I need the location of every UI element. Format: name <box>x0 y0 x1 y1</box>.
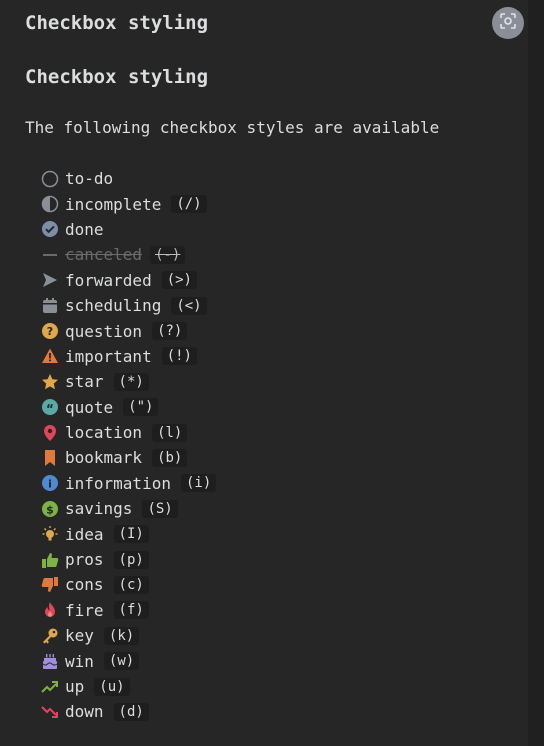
list-item-pros: pros (p) <box>41 547 216 572</box>
item-code: (l) <box>152 423 188 442</box>
list-item-important: important (!) <box>41 344 216 369</box>
note-title: Checkbox styling <box>25 12 209 34</box>
item-label: to-do <box>65 169 114 189</box>
item-label: fire <box>65 600 104 620</box>
item-code: (!) <box>161 347 197 366</box>
item-label: quote <box>65 397 114 417</box>
list-item-todo: to-do <box>41 166 216 191</box>
item-label: done <box>65 219 104 239</box>
item-code: (?) <box>152 322 188 341</box>
list-item-done: done <box>41 217 216 242</box>
list-item-star: star (*) <box>41 369 216 394</box>
list-item-information: i information (i) <box>41 471 217 496</box>
list-item-win: win (w) <box>41 648 216 673</box>
thumbs-up-icon[interactable] <box>41 551 59 569</box>
item-code: (b) <box>152 448 188 467</box>
item-code: (f) <box>113 601 149 620</box>
item-label: scheduling <box>65 296 162 316</box>
item-label: pros <box>65 550 104 570</box>
half-circle-icon[interactable] <box>41 195 59 213</box>
item-label: information <box>65 473 171 493</box>
check-circle-icon[interactable] <box>41 220 59 238</box>
checkbox-style-list: to-do incomplete (/) done canceled (-) f… <box>41 166 217 725</box>
scan-icon <box>499 12 517 34</box>
list-item-savings: $ savings (S) <box>41 496 216 521</box>
question-circle-icon[interactable]: ? <box>41 322 59 340</box>
item-code: (p) <box>113 550 149 569</box>
item-code: (d) <box>113 702 149 721</box>
list-item-incomplete: incomplete (/) <box>41 191 216 216</box>
trend-up-icon[interactable] <box>41 678 59 696</box>
item-label: bookmark <box>65 448 143 468</box>
svg-text:$: $ <box>46 503 54 516</box>
empty-circle-icon[interactable] <box>41 170 59 188</box>
item-label: savings <box>65 499 133 519</box>
section-heading: Checkbox styling <box>25 66 209 88</box>
key-icon[interactable] <box>41 627 59 645</box>
svg-text:?: ? <box>47 325 53 338</box>
warning-triangle-icon[interactable] <box>41 347 59 365</box>
item-code: (w) <box>103 652 140 671</box>
list-item-key: key (k) <box>41 623 216 648</box>
info-circle-icon[interactable]: i <box>41 474 59 492</box>
bookmark-icon[interactable] <box>41 449 59 467</box>
item-label: down <box>65 702 104 722</box>
list-item-question: ? question (?) <box>41 318 216 343</box>
item-code: (S) <box>142 499 178 518</box>
lightbulb-icon[interactable] <box>41 525 59 543</box>
item-code: (I) <box>113 525 149 544</box>
list-item-forwarded: forwarded (>) <box>41 268 216 293</box>
item-code: (k) <box>103 626 140 645</box>
trend-down-icon[interactable] <box>41 703 59 721</box>
list-item-up: up (u) <box>41 674 216 699</box>
star-icon[interactable] <box>41 373 59 391</box>
fire-icon[interactable] <box>41 601 59 619</box>
focus-button[interactable] <box>492 7 524 39</box>
item-label: cons <box>65 575 104 595</box>
note-page: Checkbox styling Checkbox styling The fo… <box>0 0 528 746</box>
calendar-icon[interactable] <box>41 297 59 315</box>
item-label: incomplete <box>65 194 162 214</box>
item-code: (u) <box>94 677 130 696</box>
item-code: (*) <box>113 372 149 391</box>
list-item-canceled: canceled (-) <box>41 242 216 267</box>
thumbs-down-icon[interactable] <box>41 576 59 594</box>
item-label: up <box>65 677 85 696</box>
svg-text:“: “ <box>46 402 54 416</box>
svg-text:i: i <box>48 478 52 491</box>
list-item-quote: “ quote (") <box>41 395 216 420</box>
item-label: question <box>65 321 143 341</box>
item-label: location <box>65 423 143 443</box>
dollar-circle-icon[interactable]: $ <box>41 500 59 518</box>
quote-icon[interactable]: “ <box>41 398 59 416</box>
list-item-scheduling: scheduling (<) <box>41 293 216 318</box>
item-code: (/) <box>171 195 207 214</box>
item-label: forwarded <box>65 270 152 290</box>
intro-text: The following checkbox styles are availa… <box>25 118 440 137</box>
send-arrow-icon[interactable] <box>41 271 59 289</box>
item-label: important <box>65 346 152 366</box>
item-code: (c) <box>113 575 149 594</box>
item-code: (") <box>123 398 159 417</box>
item-label: star <box>65 372 104 392</box>
item-label: key <box>65 626 94 646</box>
item-code: (-) <box>150 245 186 264</box>
item-code: (>) <box>161 271 197 290</box>
cake-icon[interactable] <box>41 652 59 670</box>
list-item-location: location (l) <box>41 420 216 445</box>
list-item-cons: cons (c) <box>41 572 216 597</box>
list-item-down: down (d) <box>41 699 216 724</box>
item-label: idea <box>65 524 104 544</box>
item-code: (<) <box>171 296 207 315</box>
map-pin-icon[interactable] <box>41 424 59 442</box>
list-item-bookmark: bookmark (b) <box>41 445 216 470</box>
list-item-idea: idea (I) <box>41 521 216 546</box>
item-label: canceled <box>65 245 143 265</box>
scrollbar[interactable] <box>528 0 544 746</box>
dash-icon[interactable] <box>41 246 59 264</box>
item-label: win <box>65 651 94 671</box>
list-item-fire: fire (f) <box>41 598 216 623</box>
item-code: (i) <box>180 474 217 493</box>
